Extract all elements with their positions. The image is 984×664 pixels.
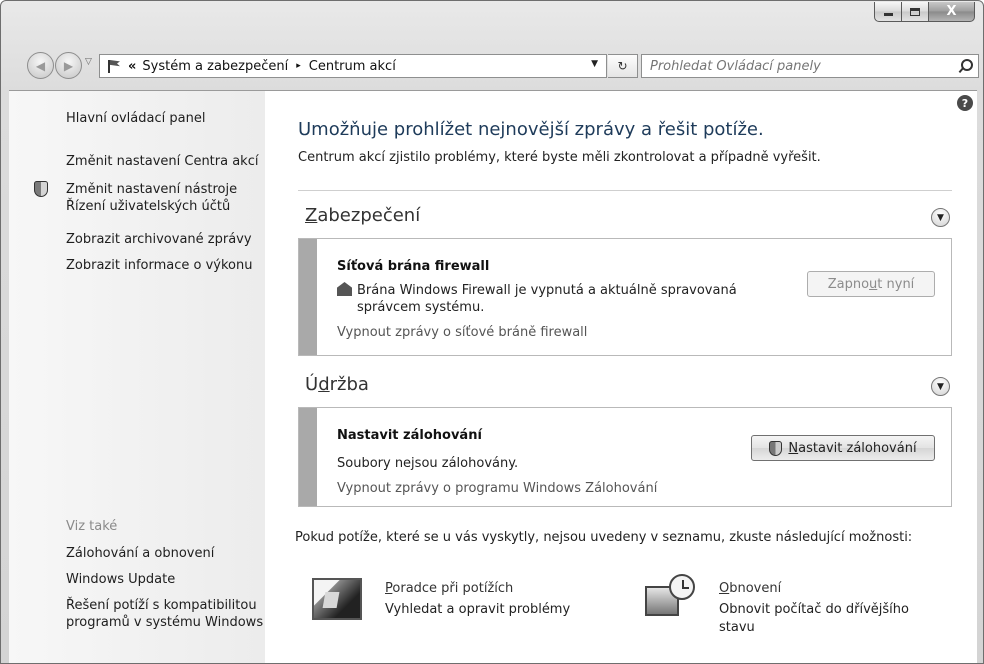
address-bar[interactable]: « Systém a zabezpečení ▸ Centrum akcí ▼ [99,54,607,78]
recovery-desc-line-1: Obnovit počítač do dřívějšího [719,602,909,617]
divider [298,190,952,191]
breadcrumb-system-security[interactable]: Systém a zabezpečení [142,59,288,74]
sidebar-link-uac-line-2: Řízení uživatelských účtů [66,199,231,214]
maintenance-accesskey: d [318,374,330,395]
see-also-link-windows-update[interactable]: Windows Update [66,571,175,588]
main-panel: Umožňuje prohlížet nejnovější zprávy a ř… [295,91,977,663]
recovery-icon[interactable] [645,574,697,620]
firewall-card-title: Síťová brána firewall [337,259,490,274]
search-icon[interactable] [958,59,973,73]
breadcrumb-overflow[interactable]: « [128,59,136,74]
firewall-card-text: Brána Windows Firewall je vypnutá a aktu… [337,282,737,299]
close-button[interactable]: X [929,2,975,22]
back-button[interactable]: ◀ [27,52,54,79]
firewall-text-line-2: správcem systému. [357,300,485,315]
section-security-heading[interactable]: Zabezpečení [305,205,420,226]
card-severity-stripe [299,408,317,506]
recovery-accesskey: O [719,581,730,596]
security-expand-icon[interactable]: ▼ [931,208,950,227]
maximize-icon [910,7,920,16]
troubleshooting-title: oradce při potížích [392,581,514,596]
uac-shield-icon [34,181,48,197]
security-accesskey: Z [305,205,318,226]
firewall-text-line-1: Brána Windows Firewall je vypnutá a aktu… [357,283,737,298]
set-up-backup-label: astavit zálohování [798,440,917,456]
maintenance-expand-icon[interactable]: ▼ [931,377,950,396]
recovery-desc-line-2: stavu [719,620,755,635]
sidebar-link-change-action-center-settings[interactable]: Změnit nastavení Centra akcí [66,153,258,170]
refresh-icon: ↻ [617,59,628,73]
recovery-link[interactable]: Obnovení [719,581,781,596]
set-up-backup-accesskey: N [788,440,799,456]
window-controls: X [874,2,975,22]
backup-turn-off-messages-link[interactable]: Vypnout zprávy o programu Windows Záloho… [337,481,657,496]
turn-on-now-button[interactable]: Zapno u t nyní [807,271,935,297]
address-dropdown-icon[interactable]: ▼ [591,59,598,69]
troubleshooting-description: Vyhledat a opravit problémy [385,602,571,617]
firewall-card: Síťová brána firewall Brána Windows Fire… [298,238,952,356]
recovery-description: Obnovit počítač do dřívějšího stavu [719,601,909,637]
maximize-button[interactable] [902,2,929,22]
turn-on-accesskey: u [869,276,878,292]
page-title: Umožňuje prohlížet nejnovější zprávy a ř… [298,119,764,140]
action-center-flag-icon [106,59,122,73]
card-severity-stripe [299,239,317,355]
search-input[interactable] [650,58,940,74]
security-heading-text: abezpečení [317,205,421,226]
sidebar-link-control-panel-home[interactable]: Hlavní ovládací panel [66,110,205,127]
sidebar-link-view-performance-info[interactable]: Zobrazit informace o výkonu [66,257,252,274]
see-also-heading: Viz také [66,519,118,534]
firewall-turn-off-messages-link[interactable]: Vypnout zprávy o síťové bráně firewall [337,325,587,340]
backup-card-title: Nastavit zálohování [337,428,482,443]
window-frame: X ◀ ▶ ▽ « Systém a zabezpečení ▸ Centrum… [0,0,984,664]
sidebar-link-view-archived-messages[interactable]: Zobrazit archivované zprávy [66,231,252,248]
see-also-link-backup-restore[interactable]: Zálohování a obnovení [66,545,214,562]
breadcrumb-separator-icon[interactable]: ▸ [296,61,301,71]
back-arrow-icon: ◀ [35,58,46,73]
compat-link-line-1: Řešení potíží s kompatibilitou [66,598,257,613]
backup-card: Nastavit zálohování Soubory nejsou záloh… [298,407,952,507]
search-box[interactable] [641,54,979,78]
refresh-button[interactable]: ↻ [608,54,638,78]
forward-button[interactable]: ▶ [55,52,82,79]
maintenance-heading-text: ržba [329,374,369,395]
title-bar[interactable]: X [1,1,983,41]
turn-on-pre: Zapno [827,276,870,292]
sidebar-link-change-uac-settings[interactable]: Změnit nastavení nástroje Řízení uživate… [66,181,237,215]
page-subtitle: Centrum akcí zjistilo problémy, které by… [298,150,821,165]
content-area: Hlavní ovládací panel Změnit nastavení C… [9,90,977,663]
navigation-bar: ◀ ▶ ▽ « Systém a zabezpečení ▸ Centrum a… [1,47,983,85]
breadcrumb-action-center[interactable]: Centrum akcí [309,59,396,74]
set-up-backup-button[interactable]: Nastavit zálohování [751,435,935,461]
minimize-icon [883,13,893,16]
maintenance-heading-pre: Ú [305,374,319,395]
forward-arrow-icon: ▶ [63,58,74,73]
close-icon: X [946,4,957,19]
firewall-icon [337,282,352,296]
clock-icon [669,574,695,600]
see-also-link-compatibility-troubleshooter[interactable]: Řešení potíží s kompatibilitou programů … [66,597,263,631]
minimize-button[interactable] [874,2,902,22]
troubleshooting-link[interactable]: Poradce při potížích [385,581,513,596]
recovery-title: bnovení [729,581,782,596]
section-maintenance-heading[interactable]: Údržba [305,374,369,395]
turn-on-post: t nyní [877,276,915,292]
backup-card-text: Soubory nejsou zálohovány. [337,456,519,471]
troubleshooting-icon[interactable] [312,578,362,620]
sidebar-link-uac-line-1: Změnit nastavení nástroje [66,182,238,197]
bottom-note: Pokud potíže, které se u vás vyskytly, n… [295,530,913,545]
uac-shield-icon [769,440,783,456]
recent-pages-dropdown[interactable]: ▽ [85,57,92,67]
sidebar: Hlavní ovládací panel Změnit nastavení C… [9,91,265,663]
compat-link-line-2: programů v systému Windows [66,615,264,630]
